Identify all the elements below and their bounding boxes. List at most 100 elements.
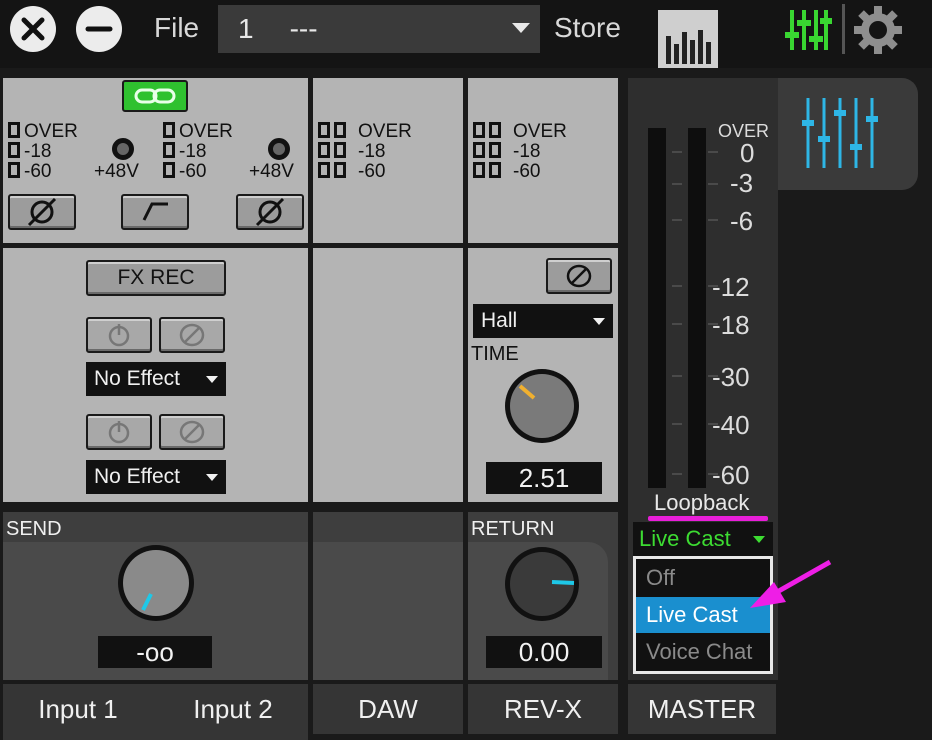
meter-60-label: -60	[513, 161, 541, 182]
meter-view-button[interactable]	[658, 10, 718, 68]
link-icon	[134, 88, 176, 104]
file-number: 1	[238, 13, 254, 44]
send-knob[interactable]	[115, 542, 197, 624]
revx-meter: OVER -18 -60	[473, 122, 567, 182]
scale-12: -12	[712, 272, 750, 302]
daw-meter: OVER -18 -60	[318, 122, 412, 182]
meter-60-label: -60	[24, 161, 52, 182]
input2-label: Input 2	[193, 693, 273, 724]
effect2-power-button[interactable]	[86, 414, 152, 450]
store-button[interactable]: Store	[554, 12, 621, 44]
phase-button-1[interactable]	[8, 194, 76, 230]
time-value[interactable]: 2.51	[486, 462, 602, 494]
fx-rec-button[interactable]: FX REC	[86, 260, 226, 296]
close-icon	[21, 17, 45, 41]
annotation-arrow-icon	[750, 559, 832, 608]
highpass-button[interactable]	[121, 194, 189, 230]
meter-18-label: -18	[513, 141, 541, 162]
chevron-down-icon	[753, 536, 765, 543]
master-meter-left	[648, 128, 666, 488]
revx-edit-button[interactable]	[546, 258, 612, 294]
edit-icon	[179, 420, 205, 444]
phantom-indicator-2	[268, 138, 290, 160]
reverb-type-value: Hall	[481, 309, 518, 332]
knob-icon	[505, 547, 579, 621]
scale-30: -30	[712, 362, 750, 392]
scale-0: 0	[740, 138, 755, 168]
phase-icon	[27, 197, 57, 227]
revx-label: REV-X	[468, 684, 618, 734]
loopback-value: Live Cast	[639, 526, 731, 551]
mixer-button[interactable]	[782, 6, 834, 54]
power-icon	[108, 324, 130, 347]
power-icon	[108, 421, 130, 444]
highpass-icon	[142, 202, 168, 221]
loopback-select[interactable]: Live Cast	[633, 522, 773, 556]
time-knob[interactable]	[502, 366, 582, 446]
meter-18-label: -18	[24, 141, 52, 162]
phantom-label-1: +48V	[94, 161, 139, 182]
meter-ticks	[672, 151, 682, 475]
minimize-button[interactable]	[76, 6, 122, 52]
phantom-label-2: +48V	[249, 161, 294, 182]
reverb-type-select[interactable]: Hall	[473, 304, 613, 338]
meter-view-icon	[666, 30, 711, 64]
knob-icon	[118, 545, 194, 621]
master-meter-right	[688, 128, 706, 488]
effect1-edit-button[interactable]	[159, 317, 225, 353]
daw-fx-panel	[313, 248, 463, 502]
edit-icon	[179, 323, 205, 347]
highlight-underline	[648, 516, 768, 521]
meter-18-label: -18	[358, 141, 386, 162]
effect2-select[interactable]: No Effect	[86, 460, 226, 494]
return-value[interactable]: 0.00	[486, 636, 602, 668]
return-knob[interactable]	[502, 544, 582, 624]
meter-60-label: -60	[358, 161, 386, 182]
chevron-down-icon	[512, 23, 530, 33]
phantom-indicator-1	[112, 138, 134, 160]
minimize-icon	[85, 26, 113, 32]
phase-button-2[interactable]	[236, 194, 304, 230]
input1-meter: OVER -18 -60	[8, 122, 78, 182]
meter-over-label: OVER	[179, 121, 233, 142]
file-select[interactable]: 1 ---	[218, 5, 540, 53]
effect2-edit-button[interactable]	[159, 414, 225, 450]
file-name: ---	[289, 13, 318, 44]
meter-over-label: OVER	[513, 121, 567, 142]
scale-18: -18	[712, 310, 750, 340]
scale-60: -60	[712, 460, 750, 490]
chevron-down-icon	[206, 376, 218, 383]
meter-over-label: OVER	[358, 121, 412, 142]
send-label: SEND	[6, 518, 62, 540]
settings-button[interactable]	[852, 4, 904, 56]
effect2-value: No Effect	[94, 465, 180, 488]
send-value[interactable]: -oo	[98, 636, 212, 668]
daw-bottom-body	[313, 542, 463, 680]
file-label: File	[154, 12, 200, 43]
loopback-label: Loopback	[654, 490, 750, 515]
master-label: MASTER	[628, 684, 776, 734]
input1-label: Input 1	[38, 693, 118, 724]
daw-label: DAW	[313, 684, 463, 734]
mixer-tab[interactable]	[778, 78, 918, 190]
link-button[interactable]	[122, 80, 188, 112]
meter-over-label: OVER	[24, 121, 78, 142]
effect1-select[interactable]: No Effect	[86, 362, 226, 396]
time-label: TIME	[471, 343, 519, 365]
menu-item-voice-chat[interactable]: Voice Chat	[636, 634, 770, 670]
return-label: RETURN	[471, 518, 555, 540]
gear-icon	[854, 6, 902, 54]
knob-icon	[505, 369, 579, 443]
input2-meter: OVER -18 -60	[163, 122, 233, 182]
effect1-value: No Effect	[94, 367, 180, 390]
chevron-down-icon	[206, 474, 218, 481]
toolbar-divider	[842, 4, 845, 54]
effect1-power-button[interactable]	[86, 317, 152, 353]
phase-icon	[255, 197, 285, 227]
scale-6: -6	[730, 206, 754, 236]
close-button[interactable]	[10, 6, 56, 52]
meter-60-label: -60	[179, 161, 207, 182]
scale-40: -40	[712, 410, 750, 440]
edit-icon	[566, 264, 592, 288]
scale-3: -3	[730, 168, 754, 198]
